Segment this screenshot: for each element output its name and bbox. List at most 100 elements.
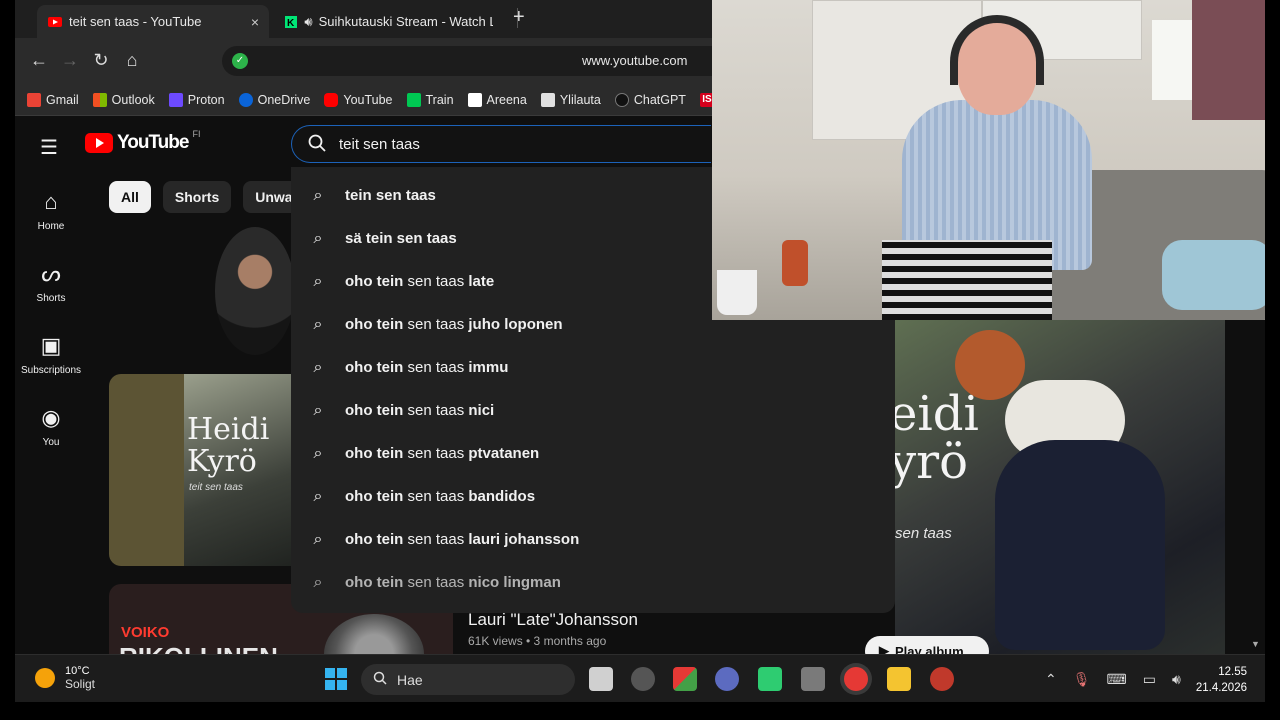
network-icon[interactable]: ▭	[1143, 671, 1156, 688]
suggestion-item[interactable]: ⌕ oho tein sen taas nico lingman	[291, 561, 895, 604]
obs-icon[interactable]	[631, 667, 655, 691]
back-button[interactable]: ←	[28, 50, 50, 71]
bookmark-label: Gmail	[46, 92, 79, 107]
suggestion-item[interactable]: ⌕ oho tein sen taas ptvatanen	[291, 432, 895, 475]
bookmark-areena[interactable]: Areena	[467, 92, 527, 107]
tab-stream[interactable]: K 🔊︎ Suihkutauski Stream - Watch Li	[273, 5, 503, 38]
search-input[interactable]: teit sen taas	[291, 125, 711, 163]
ylilauta-icon	[540, 92, 555, 107]
album-banner[interactable]: eidi yrö sen taas	[895, 320, 1225, 654]
svg-text:K: K	[287, 18, 295, 28]
sidebar-item-label: Shorts	[36, 293, 66, 304]
search-icon: ⌕	[313, 487, 323, 505]
suggestion-item[interactable]: ⌕ oho tein sen taas nici	[291, 389, 895, 432]
search-icon: ⌕	[313, 573, 323, 591]
search-query: teit sen taas	[339, 136, 420, 153]
region-code: FI	[192, 129, 201, 139]
bookmark-youtube[interactable]: YouTube	[324, 92, 393, 107]
bookmark-label: ChatGPT	[633, 92, 686, 107]
bookmark-onedrive[interactable]: OneDrive	[238, 92, 310, 107]
weather-temp: 10°C	[65, 665, 90, 677]
webcam-scene	[1192, 0, 1265, 120]
sidebar-item-subscriptions[interactable]: ▣ Subscriptions	[15, 333, 87, 376]
youtube-play-icon	[85, 133, 113, 153]
search-icon: ⌕	[313, 358, 323, 376]
bookmark-label: Train	[425, 92, 454, 107]
tab-title: Suihkutauski Stream - Watch Li	[318, 14, 493, 29]
bookmark-proton[interactable]: Proton	[168, 92, 225, 107]
play-album-button[interactable]: ▶ Play album	[865, 636, 989, 654]
app-icon[interactable]	[673, 667, 697, 691]
browser-icon[interactable]	[844, 667, 868, 691]
suggestion-item[interactable]: ⌕ oho tein sen taas lauri johansson	[291, 518, 895, 561]
play-album-label: Play album	[895, 643, 964, 655]
search-placeholder: Hae	[397, 671, 423, 688]
suggestion-item[interactable]: ⌕ oho tein sen taas bandidos	[291, 475, 895, 518]
system-tray: ⌃ 🎙︎ ⌨ ▭ 🔊︎	[1045, 671, 1181, 688]
album-cover-title: Heidi Kyrö	[187, 412, 270, 479]
webcam-scene	[1162, 240, 1265, 310]
scroll-down-icon[interactable]: ▼	[1251, 639, 1260, 649]
file-explorer-icon[interactable]	[887, 667, 911, 691]
weather-widget[interactable]: 10°C Soligt	[35, 665, 95, 691]
start-button[interactable]	[325, 668, 347, 690]
bookmark-gmail[interactable]: Gmail	[27, 92, 79, 107]
speaker-icon[interactable]: 🔊︎	[1172, 671, 1181, 688]
weather-text: Soligt	[65, 677, 96, 691]
task-view-icon[interactable]	[589, 667, 613, 691]
close-tab-icon[interactable]: ×	[251, 14, 259, 30]
bookmark-train[interactable]: Train	[406, 92, 454, 107]
tab-youtube[interactable]: teit sen taas - YouTube ×	[37, 5, 269, 38]
bookmark-outlook[interactable]: Outlook	[92, 92, 155, 107]
new-tab-button[interactable]: +	[513, 6, 525, 29]
microsoft-icon	[92, 92, 107, 107]
shield-icon: ✓	[232, 53, 248, 69]
microphone-icon[interactable]: 🎙︎	[1073, 671, 1091, 688]
forward-button[interactable]: →	[59, 50, 81, 71]
app-icon[interactable]	[930, 667, 954, 691]
chevron-up-icon[interactable]: ⌃	[1045, 671, 1057, 688]
clock-date: 21.4.2026	[1195, 682, 1247, 694]
chatgpt-icon	[614, 92, 629, 107]
youtube-logo[interactable]: YouTube FI	[85, 129, 201, 154]
thumbnail-face	[324, 614, 424, 654]
taskbar-search[interactable]: Hae	[361, 664, 575, 695]
sidebar-item-label: Home	[37, 221, 65, 232]
search-icon	[308, 134, 326, 157]
video-meta: 61K views • 3 months ago	[468, 634, 607, 648]
search-icon: ⌕	[313, 444, 323, 462]
album-thumbnail[interactable]: Heidi Kyrö teit sen taas	[109, 374, 291, 566]
bookmark-label: Proton	[187, 92, 225, 107]
keyboard-icon[interactable]: ⌨	[1107, 671, 1127, 688]
search-icon: ⌕	[313, 272, 323, 290]
album-cover-subtitle: teit sen taas	[189, 482, 243, 493]
suggestion-item[interactable]: ⌕ oho tein sen taas immu	[291, 346, 895, 389]
sidebar-item-label: You	[42, 437, 60, 448]
sun-icon	[35, 668, 55, 688]
search-icon: ⌕	[313, 530, 323, 548]
search-icon: ⌕	[313, 315, 323, 333]
sidebar-item-shorts[interactable]: ᔕ Shorts	[15, 261, 87, 304]
app-icon[interactable]	[758, 667, 782, 691]
proton-icon	[168, 92, 183, 107]
channel-avatar[interactable]	[215, 227, 295, 355]
sidebar-item-you[interactable]: ◉ You	[15, 405, 87, 448]
sidebar-item-label: Subscriptions	[20, 365, 82, 376]
chip-all[interactable]: All	[109, 181, 151, 213]
webcam-person	[882, 240, 1052, 320]
menu-icon[interactable]: ☰	[40, 135, 58, 160]
tab-title: teit sen taas - YouTube	[69, 14, 202, 29]
video-title[interactable]: Lauri "Late"Johansson	[468, 610, 638, 630]
chip-shorts[interactable]: Shorts	[162, 181, 232, 213]
you-icon: ◉	[41, 405, 61, 430]
bookmark-chatgpt[interactable]: ChatGPT	[614, 92, 686, 107]
bookmark-label: YouTube	[343, 92, 393, 107]
cloud-icon	[238, 92, 253, 107]
app-icon[interactable]	[715, 667, 739, 691]
bookmark-ylilauta[interactable]: Ylilauta	[540, 92, 601, 107]
home-button[interactable]: ⌂	[121, 50, 143, 71]
clock[interactable]: 12.55 21.4.2026	[1193, 664, 1247, 696]
sidebar-item-home[interactable]: ⌂ Home	[15, 189, 87, 232]
reload-button[interactable]: ↻	[90, 50, 112, 71]
calculator-icon[interactable]	[801, 667, 825, 691]
